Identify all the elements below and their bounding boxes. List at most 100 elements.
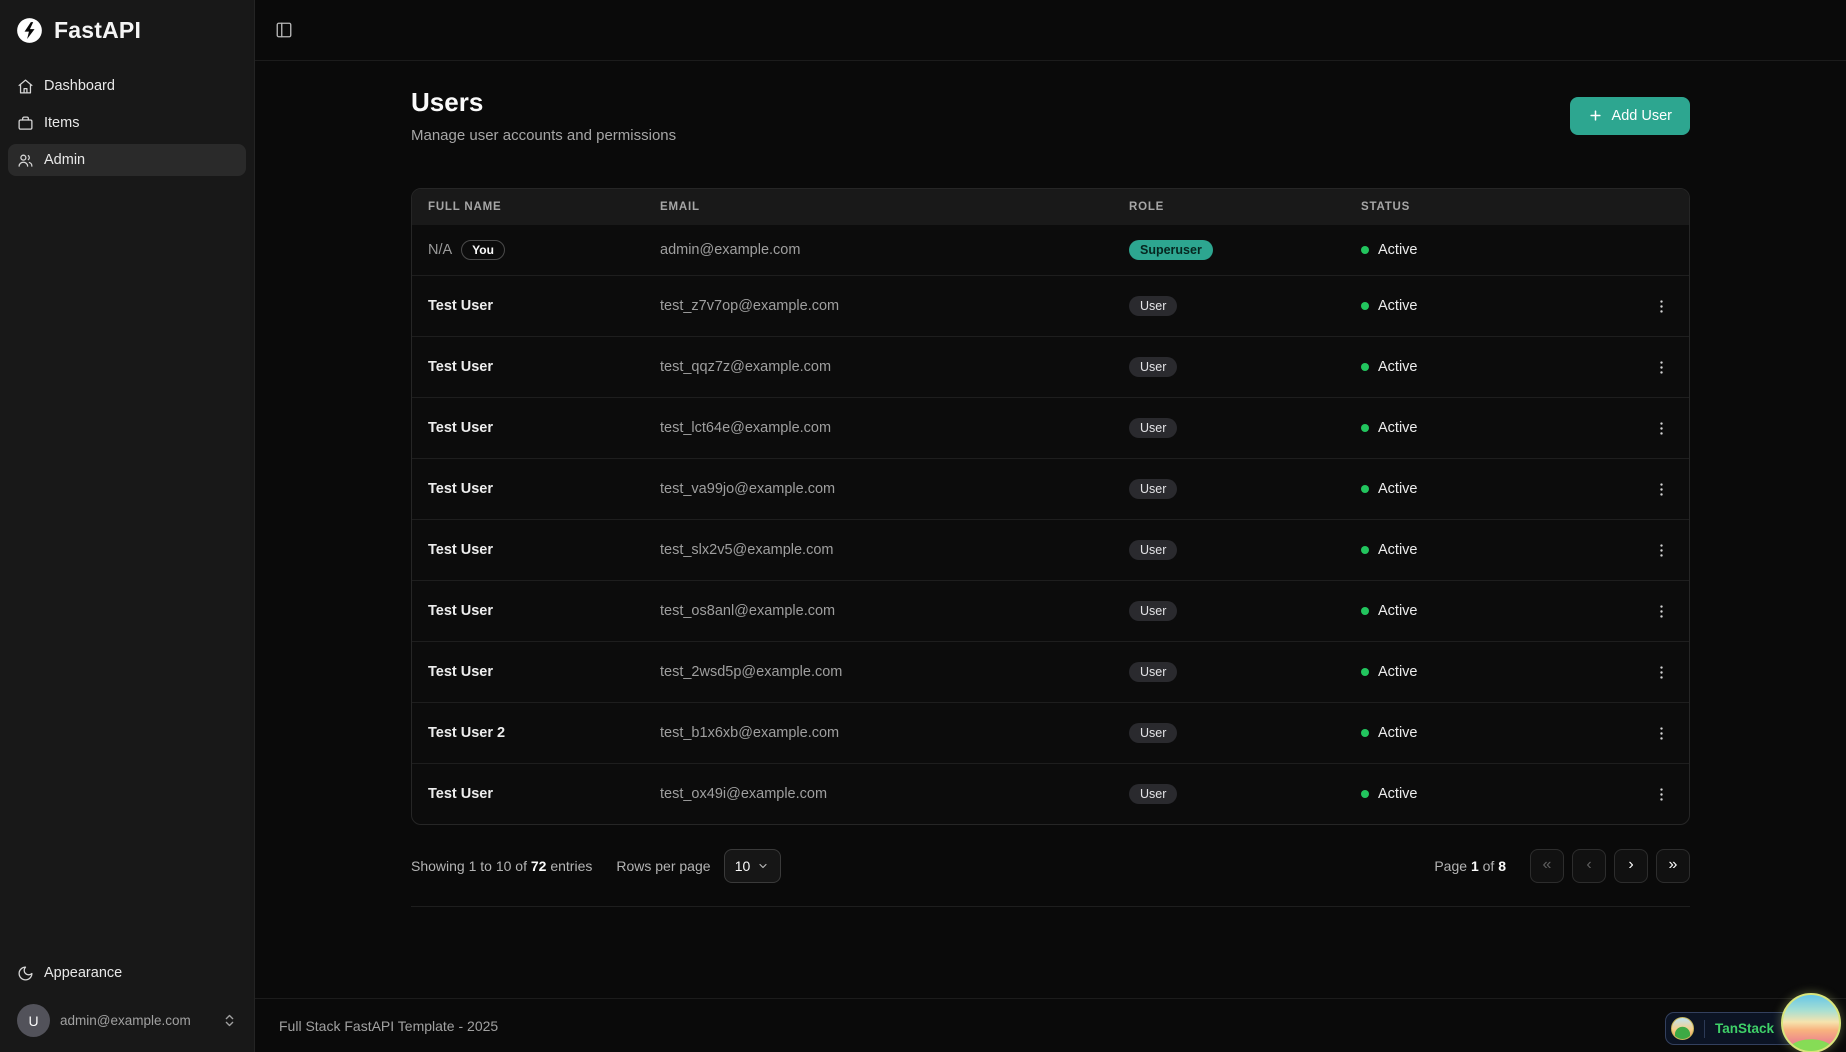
cell-actions (1633, 780, 1689, 808)
role-badge: User (1129, 601, 1178, 621)
role-badge: User (1129, 296, 1178, 316)
user-menu-email: admin@example.com (60, 1013, 191, 1028)
avatar: U (17, 1004, 50, 1037)
table-row: Test User test_2wsd5p@example.com User Acti… (412, 641, 1689, 702)
cell-full-name: Test User (428, 542, 494, 558)
brand: FastAPI (0, 0, 254, 54)
tanstack-island-logo-icon[interactable] (1781, 993, 1841, 1052)
sidebar-item-dashboard[interactable]: Dashboard (8, 70, 246, 102)
table-row: Test User test_va99jo@example.com User Acti… (412, 458, 1689, 519)
role-badge: Superuser (1129, 240, 1213, 260)
row-actions-button[interactable] (1647, 292, 1675, 320)
sidebar-item-items[interactable]: Items (8, 107, 246, 139)
current-page: 1 (1470, 857, 1479, 874)
entries-count: 72 (530, 857, 547, 874)
cell-status: Active (1361, 359, 1633, 375)
cell-email: test_ox49i@example.com (660, 786, 828, 802)
rows-per-page-select[interactable]: 10 (723, 848, 781, 883)
status-label: Active (1378, 786, 1418, 802)
page-header: Users Manage user accounts and permissio… (411, 87, 1690, 144)
previous-page-button[interactable]: ‹ (1572, 848, 1606, 883)
devtools-divider (1703, 1019, 1705, 1038)
row-actions-button[interactable] (1647, 658, 1675, 686)
role-badge: User (1129, 784, 1178, 804)
cell-email: admin@example.com (660, 242, 801, 258)
page-indicator: Page 1 of 8 (1434, 857, 1506, 874)
cell-email: test_b1x6xb@example.com (660, 725, 840, 741)
role-badge: User (1129, 418, 1178, 438)
home-icon (17, 78, 34, 95)
column-header-email: Email (660, 201, 700, 213)
cell-role: User (1129, 479, 1361, 499)
add-user-button[interactable]: Add User (1569, 96, 1690, 135)
cell-role: User (1129, 540, 1361, 560)
status-dot-icon (1361, 790, 1369, 798)
row-actions-button[interactable] (1647, 719, 1675, 747)
cell-status: Active (1361, 725, 1633, 741)
briefcase-icon (17, 115, 34, 132)
last-page-button[interactable]: » (1656, 848, 1690, 883)
cell-status: Active (1361, 664, 1633, 680)
first-page-button[interactable]: « (1530, 848, 1564, 883)
cell-status: Active (1361, 481, 1633, 497)
sidebar-item-admin[interactable]: Admin (8, 144, 246, 176)
row-actions-button[interactable] (1647, 475, 1675, 503)
next-page-button[interactable]: › (1614, 848, 1648, 883)
sidebar-item-label: Admin (44, 152, 86, 168)
cell-email: test_va99jo@example.com (660, 481, 836, 497)
sidebar-toggle-button[interactable] (270, 16, 298, 44)
moon-icon (17, 965, 34, 982)
cell-full-name: Test User 2 (428, 725, 506, 741)
status-dot-icon (1361, 424, 1369, 432)
pagination-bar: Showing 1 to 10 of 72 entries Rows per p… (411, 825, 1690, 907)
cell-full-name: N/A You (428, 240, 660, 260)
more-vertical-icon (1653, 664, 1670, 681)
row-actions-button[interactable] (1647, 536, 1675, 564)
status-label: Active (1378, 542, 1418, 558)
page-content: Users Manage user accounts and permissio… (411, 61, 1690, 998)
row-actions-button[interactable] (1647, 353, 1675, 381)
row-actions-button[interactable] (1647, 597, 1675, 625)
more-vertical-icon (1653, 298, 1670, 315)
add-user-label: Add User (1611, 107, 1672, 124)
pagination-controls: Page 1 of 8 «‹ ›» (1434, 848, 1690, 883)
showing-entries-text: Showing 1 to 10 of 72 entries (411, 857, 593, 874)
cell-actions (1633, 536, 1689, 564)
column-header-status: Status (1361, 201, 1411, 213)
cell-actions (1633, 414, 1689, 442)
appearance-label: Appearance (44, 965, 123, 981)
cell-role: User (1129, 784, 1361, 804)
table-row: Test User test_ox49i@example.com User Activ… (412, 763, 1689, 824)
footer-text: Full Stack FastAPI Template - 2025 (279, 1017, 499, 1034)
status-label: Active (1378, 298, 1418, 314)
more-vertical-icon (1653, 786, 1670, 803)
role-badge: User (1129, 479, 1178, 499)
cell-full-name: Test User (428, 786, 494, 802)
status-label: Active (1378, 242, 1418, 258)
status-label: Active (1378, 603, 1418, 619)
cell-status: Active (1361, 420, 1633, 436)
appearance-button[interactable]: Appearance (8, 957, 246, 989)
rows-per-page: Rows per page 10 (616, 848, 781, 883)
total-pages: 8 (1498, 857, 1506, 874)
tanstack-devtools-pill[interactable]: TanStack (1664, 993, 1841, 1052)
cell-actions (1633, 475, 1689, 503)
cell-actions (1633, 597, 1689, 625)
status-dot-icon (1361, 546, 1369, 554)
rows-per-page-label: Rows per page (616, 857, 711, 874)
table-row: N/A You admin@example.com Superuser Active (412, 225, 1689, 275)
cell-actions (1633, 719, 1689, 747)
cell-full-name: Test User (428, 481, 494, 497)
role-badge: User (1129, 723, 1178, 743)
row-actions-button[interactable] (1647, 414, 1675, 442)
table-row: Test User test_os8anl@example.com User Acti… (412, 580, 1689, 641)
row-actions-button[interactable] (1647, 780, 1675, 808)
pagination-summary: Showing 1 to 10 of 72 entries Rows per p… (411, 848, 781, 883)
cell-actions (1633, 658, 1689, 686)
table-row: Test User test_z7v7op@example.com User Acti… (412, 275, 1689, 336)
cell-email: test_z7v7op@example.com (660, 298, 840, 314)
user-menu[interactable]: U admin@example.com (8, 999, 246, 1042)
status-dot-icon (1361, 485, 1369, 493)
cell-email: test_qqz7z@example.com (660, 359, 832, 375)
cell-full-name: Test User (428, 298, 494, 314)
